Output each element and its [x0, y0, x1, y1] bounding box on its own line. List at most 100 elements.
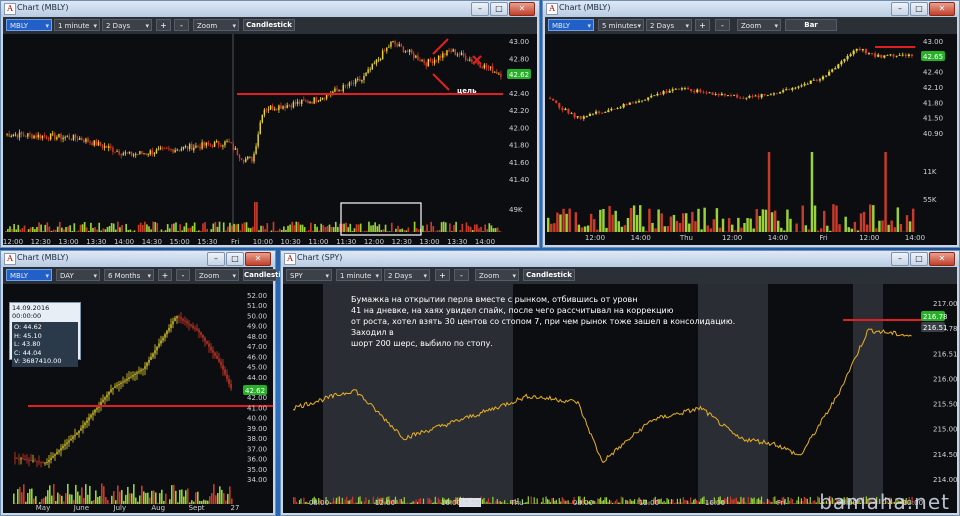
symbol-select[interactable]: MBLY	[6, 19, 52, 31]
volume-bar	[177, 502, 179, 504]
close-button[interactable]: ✕	[929, 252, 955, 266]
chart-type-button[interactable]: Candlestick	[243, 19, 295, 31]
range-select[interactable]: 2 Days	[384, 269, 430, 281]
volume-bar	[295, 501, 298, 504]
zoom-select[interactable]: Zoom	[193, 19, 239, 31]
x-tick-label: 11:30	[336, 238, 356, 245]
volume-bar	[45, 496, 47, 504]
symbol-select[interactable]: MBLY	[548, 19, 594, 31]
volume-bar	[162, 230, 165, 232]
bar-candle-body	[619, 107, 622, 109]
window-titlebar[interactable]: A Chart (MBLY) – □ ✕	[1, 251, 275, 267]
volume-bar	[483, 497, 485, 504]
close-button[interactable]: ✕	[509, 2, 535, 16]
minimize-button[interactable]: –	[891, 252, 909, 266]
volume-bar	[694, 221, 697, 232]
bar-candle-body	[591, 113, 595, 115]
volume-bar	[696, 500, 698, 504]
zoom-in-button[interactable]: +	[695, 19, 710, 31]
volume-bar	[490, 225, 493, 232]
candle-body	[410, 49, 413, 54]
range-select[interactable]: 6 Months	[104, 269, 154, 281]
chart-type-button[interactable]: Bar	[785, 19, 837, 31]
window-titlebar[interactable]: A Chart (MBLY) – □ ✕	[543, 1, 959, 17]
range-select[interactable]: 2 Days	[102, 19, 152, 31]
candle-body	[126, 152, 129, 154]
volume-bar	[357, 497, 360, 504]
daily-candle-body	[14, 457, 16, 459]
zoom-out-button[interactable]: -	[454, 269, 469, 281]
volume-bar	[254, 202, 256, 232]
maximize-button[interactable]: □	[226, 252, 244, 266]
volume-bar	[622, 497, 624, 504]
volume-bar	[826, 225, 829, 232]
chart-type-button[interactable]: Candlestick	[523, 269, 575, 281]
zoom-out-button[interactable]: -	[176, 269, 190, 281]
maximize-button[interactable]: □	[490, 2, 508, 16]
volume-bar	[77, 230, 80, 232]
interval-select[interactable]: 1 minute	[336, 269, 382, 281]
range-select[interactable]: 2 Days	[646, 19, 692, 31]
symbol-select[interactable]: MBLY	[6, 269, 52, 281]
maximize-button[interactable]: □	[910, 2, 928, 16]
zoom-out-button[interactable]: -	[715, 19, 730, 31]
volume-bar	[95, 490, 97, 504]
zoom-out-button[interactable]: -	[174, 19, 189, 31]
volume-bar	[229, 486, 231, 504]
volume-bar	[838, 224, 841, 232]
interval-select[interactable]: 1 minute	[54, 19, 100, 31]
volume-bar	[438, 229, 441, 232]
volume-bar	[98, 222, 101, 232]
interval-select[interactable]: DAY	[56, 269, 100, 281]
chart-plot-area[interactable]: 52.00 51.00 50.00 49.00 48.00 47.00 46.00 45.00…	[3, 284, 273, 513]
zoom-select[interactable]: Zoom	[737, 19, 781, 31]
zoom-in-button[interactable]: +	[158, 269, 172, 281]
volume-bar	[796, 500, 798, 504]
volume-bar	[601, 500, 603, 504]
candle-body	[458, 54, 461, 56]
window-titlebar[interactable]: A Chart (SPY) – □ ✕	[281, 251, 959, 267]
chart-type-button[interactable]: Candlestick	[243, 269, 290, 281]
volume-bar	[589, 213, 593, 232]
candle-body	[230, 142, 232, 144]
interval-select[interactable]: 5 minutes	[598, 19, 644, 31]
close-button[interactable]: ✕	[929, 2, 955, 16]
candle-body	[195, 145, 197, 148]
bar-candle-body	[640, 100, 644, 102]
bar-candle-body	[849, 54, 852, 56]
volume-bar	[547, 217, 550, 232]
bar-candle-body	[555, 100, 558, 103]
volume-bar	[741, 498, 743, 504]
zoom-select[interactable]: Zoom	[475, 269, 519, 281]
volume-bar	[743, 497, 745, 504]
volume-bar	[96, 229, 98, 232]
volume-bar	[546, 499, 549, 504]
volume-bar	[104, 229, 107, 232]
bar-candle-body	[604, 112, 607, 113]
chart-plot-area[interactable]: 43.0042.8042.6042.4042.2042.0041.8041.60…	[3, 34, 537, 245]
bar-candle-body	[637, 101, 641, 103]
zoom-in-button[interactable]: +	[156, 19, 171, 31]
bar-candle-body	[659, 93, 662, 95]
volume-bar	[715, 208, 719, 232]
maximize-button[interactable]: □	[910, 252, 928, 266]
bar-candle-body	[720, 93, 723, 96]
volume-bar	[395, 228, 397, 232]
zoom-in-button[interactable]: +	[435, 269, 450, 281]
daily-candle-body	[102, 399, 104, 403]
close-button[interactable]: ✕	[245, 252, 271, 266]
minimize-button[interactable]: –	[207, 252, 225, 266]
window-titlebar[interactable]: A Chart (MBLY) – □ ✕	[1, 1, 539, 17]
volume-bar	[101, 483, 103, 504]
daily-candle-body	[192, 325, 194, 328]
symbol-select[interactable]: SPY	[286, 269, 332, 281]
minimize-button[interactable]: –	[471, 2, 489, 16]
volume-bar	[409, 502, 411, 504]
candle-body	[338, 90, 340, 91]
candle-body	[215, 141, 218, 143]
zoom-select[interactable]: Zoom	[195, 269, 239, 281]
daily-candle-body	[202, 334, 204, 338]
chart-plot-area[interactable]: 43.00 42.65 42.40 42.10 41.80 41.50 40.90 11K 55…	[545, 34, 957, 245]
minimize-button[interactable]: –	[891, 2, 909, 16]
daily-candle-body	[94, 409, 96, 413]
